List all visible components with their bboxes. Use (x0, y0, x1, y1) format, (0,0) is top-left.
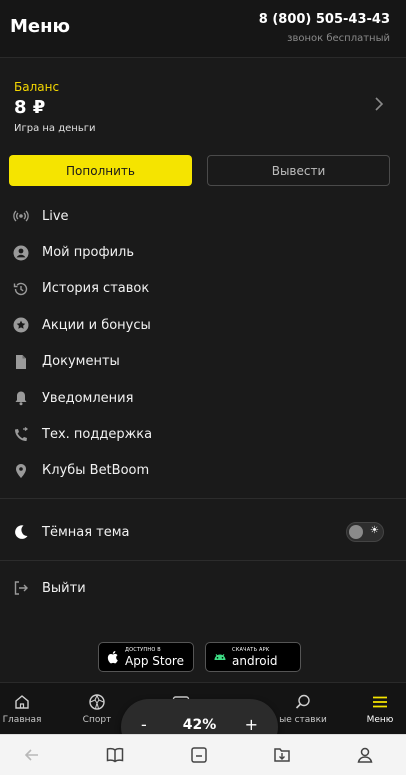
menu-item-history[interactable]: История ставок (0, 271, 406, 307)
menu-item-label: Live (42, 208, 69, 224)
android-badge-caption: СКАЧАТЬ APK (232, 647, 270, 653)
divider (0, 560, 406, 561)
android-badge[interactable]: СКАЧАТЬ APK android (205, 642, 301, 672)
menu-item-profile[interactable]: Мой профиль (0, 234, 406, 270)
header: Меню 8 (800) 505-43-43 звонок бесплатный (0, 0, 406, 58)
browser-toolbar (0, 734, 406, 775)
apple-badge-caption: ДОСТУПНО В (125, 647, 161, 653)
ball-icon (89, 694, 105, 710)
menu-list: Live Мой профиль История ставок Акции и … (0, 198, 406, 489)
menu-item-label: Акции и бонусы (42, 317, 151, 333)
menu-item-clubs[interactable]: Клубы BetBoom (0, 453, 406, 489)
menu-item-label: Документы (42, 354, 120, 370)
menu-item-documents[interactable]: Документы (0, 344, 406, 380)
balance-label: Баланс (14, 80, 60, 94)
logout-label: Выйти (42, 580, 86, 596)
deposit-button[interactable]: Пополнить (9, 155, 192, 186)
menu-item-live[interactable]: Live (0, 198, 406, 234)
chevron-right-icon (375, 97, 384, 111)
android-badge-title: android (232, 654, 278, 668)
account-icon[interactable] (355, 745, 375, 765)
broadcast-icon (12, 207, 30, 225)
menu-item-label: Клубы BetBoom (42, 463, 150, 479)
theme-label: Тёмная тема (42, 524, 130, 540)
back-arrow-icon[interactable] (22, 745, 42, 765)
theme-row: Тёмная тема ☀ (0, 514, 406, 550)
phone-forward-icon (12, 426, 30, 444)
menu-icon (373, 696, 387, 708)
nav-menu[interactable]: Меню (350, 683, 406, 735)
menu-item-label: Мой профиль (42, 245, 134, 261)
balance-mode: Игра на деньги (14, 123, 96, 134)
phone-number[interactable]: 8 (800) 505-43-43 (259, 12, 390, 27)
moon-icon (12, 523, 30, 541)
menu-item-label: Уведомления (42, 390, 134, 406)
menu-item-support[interactable]: Тех. поддержка (0, 416, 406, 452)
star-circle-icon (12, 316, 30, 334)
withdraw-button[interactable]: Вывести (207, 155, 390, 186)
balance-amount: 8 ₽ (14, 97, 46, 118)
logout-icon (12, 579, 30, 597)
balance-card[interactable]: Баланс 8 ₽ Игра на деньги (0, 70, 406, 142)
nav-label: ые ставки (279, 715, 327, 725)
menu-item-notifications[interactable]: Уведомления (0, 380, 406, 416)
divider (0, 498, 406, 499)
page-title: Меню (10, 16, 71, 37)
apple-icon (107, 651, 118, 664)
bell-icon (12, 389, 30, 407)
store-badges: ДОСТУПНО В App Store СКАЧАТЬ APK android (0, 642, 406, 672)
nav-label: Главная (2, 715, 42, 725)
zoom-in-button[interactable]: + (245, 715, 258, 734)
apple-badge-title: App Store (125, 654, 184, 668)
nav-label: Меню (366, 715, 394, 725)
android-icon (214, 654, 226, 660)
phone-note: звонок бесплатный (287, 33, 390, 44)
menu-item-promotions[interactable]: Акции и бонусы (0, 307, 406, 343)
logout-button[interactable]: Выйти (0, 570, 406, 606)
history-icon (12, 280, 30, 298)
menu-item-label: История ставок (42, 281, 150, 297)
sun-icon: ☀ (370, 525, 379, 536)
toggle-knob (349, 525, 363, 539)
nav-label: Спорт (82, 715, 112, 725)
location-pin-icon (12, 462, 30, 480)
book-icon[interactable] (105, 745, 125, 765)
app-store-badge[interactable]: ДОСТУПНО В App Store (98, 642, 194, 672)
home-icon (15, 695, 29, 709)
nav-quick-bets[interactable]: ые ставки (273, 683, 333, 735)
menu-item-label: Тех. поддержка (42, 427, 153, 443)
nav-sport[interactable]: Спорт (67, 683, 127, 735)
tabs-icon[interactable] (189, 745, 209, 765)
nav-home[interactable]: Главная (0, 683, 52, 735)
document-icon (12, 353, 30, 371)
dark-theme-toggle[interactable]: ☀ (346, 522, 384, 542)
download-icon[interactable] (272, 745, 292, 765)
user-circle-icon (12, 244, 30, 262)
search-icon (295, 694, 310, 709)
